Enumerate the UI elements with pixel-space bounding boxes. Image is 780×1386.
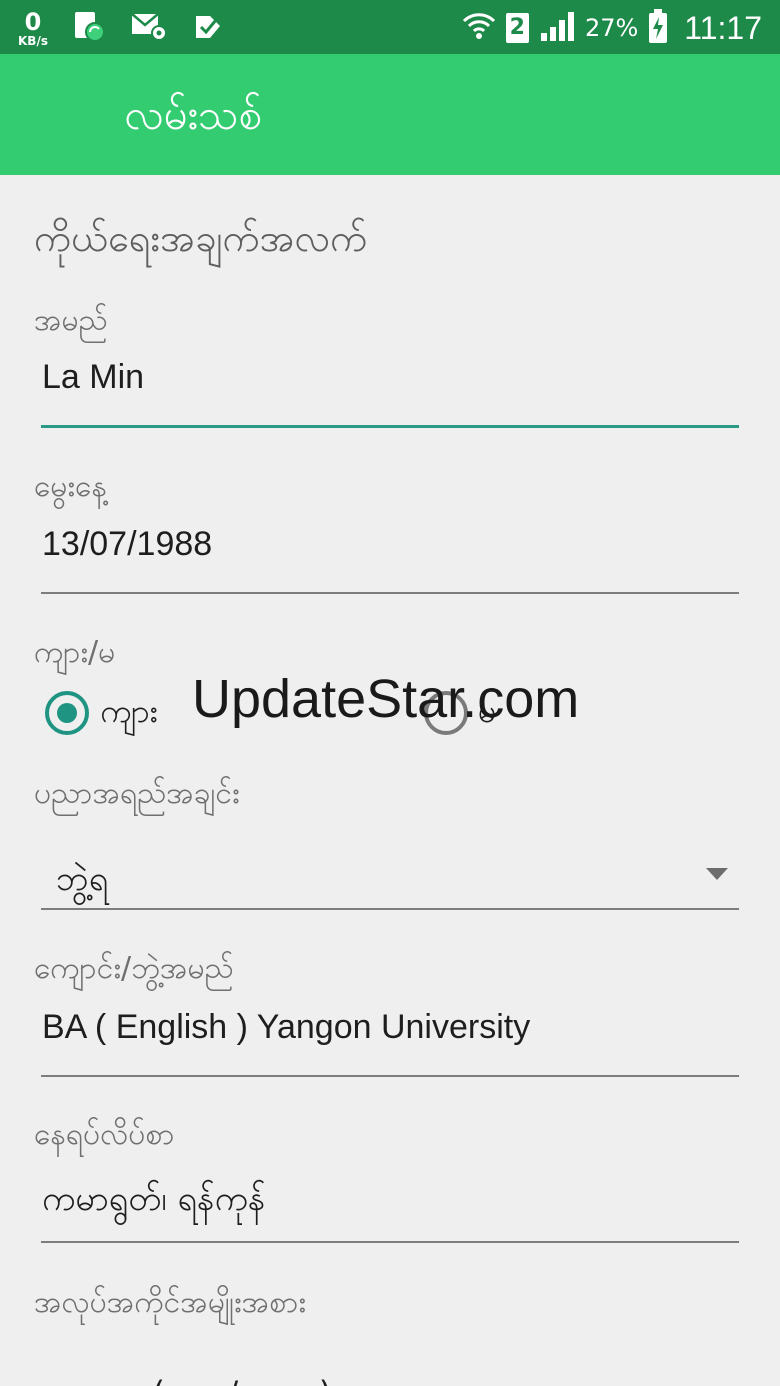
app-title: လမ်းသစ် — [124, 90, 263, 139]
status-right: 2 27% 11:17 — [462, 6, 762, 50]
radio-male-label[interactable]: ကျား — [100, 690, 158, 738]
clock: 11:17 — [684, 9, 762, 46]
school-field-underline — [41, 1075, 739, 1077]
watermark: UpdateStar.com — [192, 669, 580, 729]
signal-icon — [539, 9, 575, 47]
dob-label: မွေးနေ့ — [34, 469, 107, 504]
name-label: အမည် — [34, 303, 108, 338]
status-bar: 0 KB/s 2 27% 11:17 — [0, 0, 780, 54]
dropdown-caret-icon[interactable] — [706, 868, 728, 880]
sim-sync-icon — [72, 9, 106, 47]
dob-field-underline — [41, 592, 739, 594]
data-speed-unit: KB/s — [18, 33, 48, 48]
battery-percent: 27% — [584, 14, 639, 42]
battery-charging-icon — [648, 8, 668, 48]
data-speed-value: 0 — [24, 7, 42, 36]
task-check-icon — [192, 10, 224, 46]
address-label: နေရပ်လိပ်စာ — [34, 1117, 175, 1152]
app-bar: လမ်းသစ် — [0, 54, 780, 175]
education-label: ပညာအရည်အချင်း — [34, 776, 240, 811]
status-left: 0 KB/s — [18, 6, 224, 50]
job-type-field[interactable]: ပညာရေး (ဆရာ/ဆရာမ) — [36, 1372, 331, 1386]
address-field-underline — [41, 1241, 739, 1243]
name-field[interactable]: La Min — [42, 358, 144, 397]
mail-settings-icon — [130, 10, 168, 46]
address-field[interactable]: ကမာရွတ်၊ ရန်ကုန် — [42, 1176, 265, 1227]
job-type-label: အလုပ်အကိုင်အမျိုးအစား — [34, 1285, 307, 1320]
school-field[interactable]: BA ( English ) Yangon University — [42, 1008, 530, 1047]
sim-2-badge: 2 — [505, 13, 529, 43]
name-field-underline — [41, 425, 739, 428]
school-label: ကျောင်း/ဘွဲ့အမည် — [34, 951, 234, 986]
data-speed: 0 KB/s — [18, 10, 48, 47]
education-dropdown[interactable]: ဘွဲ့ရ — [56, 856, 108, 907]
wifi-icon — [462, 9, 496, 47]
dob-field[interactable]: 13/07/1988 — [42, 525, 212, 564]
gender-label: ကျား/မ — [34, 635, 116, 670]
section-title: ကိုယ်ရေးအချက်အလက် — [34, 216, 368, 260]
education-dropdown-underline — [41, 908, 739, 910]
radio-male[interactable] — [45, 691, 89, 735]
